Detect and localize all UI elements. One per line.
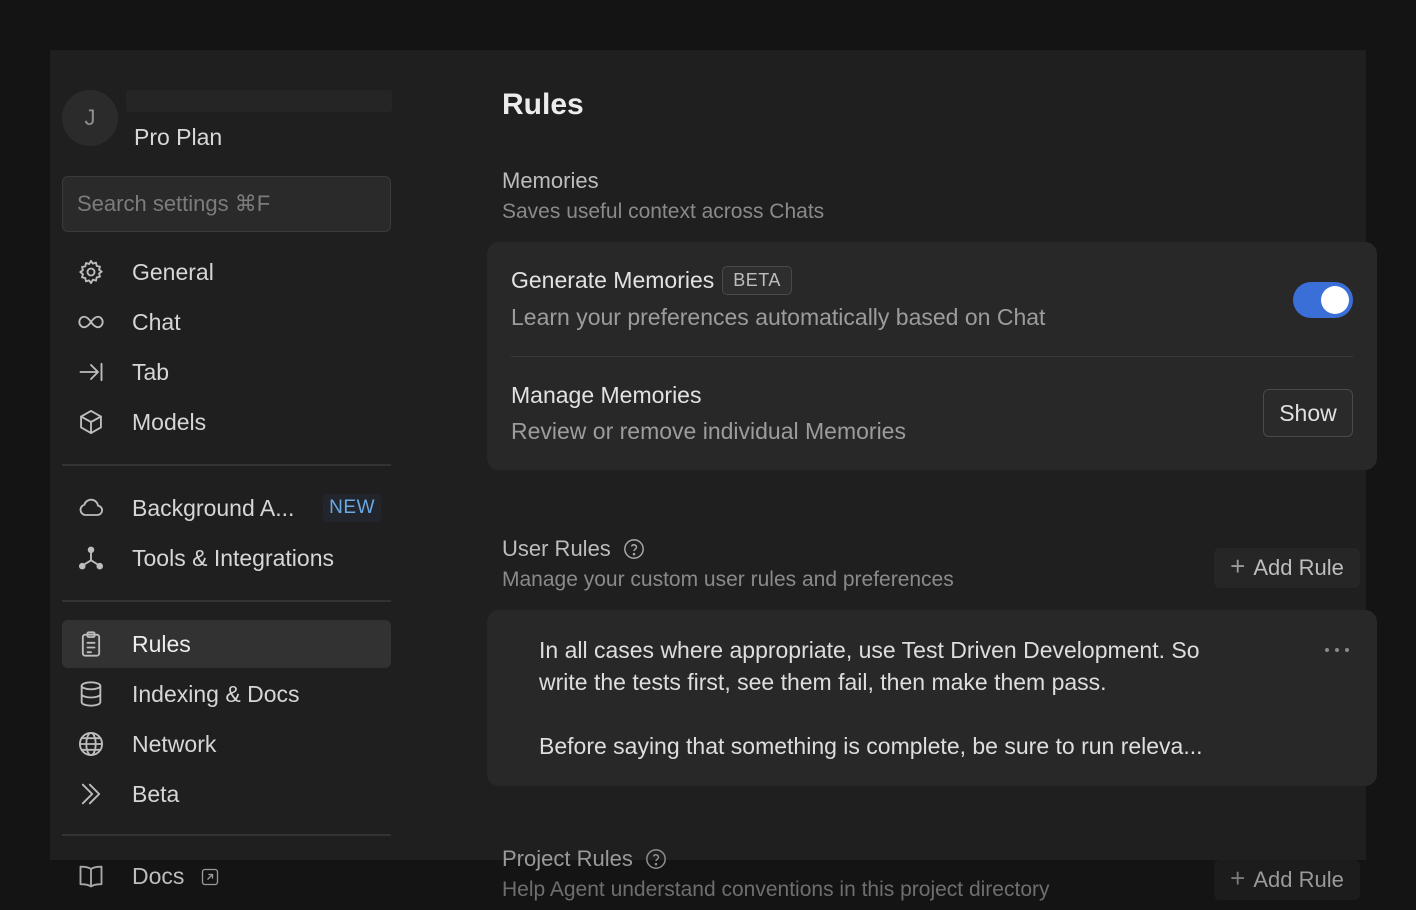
cube-icon [76,407,106,437]
sidebar-item-label: Beta [132,780,180,807]
plus-icon: + [1230,863,1246,893]
redacted-user-name [126,90,392,112]
add-project-rule-button[interactable]: + Add Rule [1214,860,1360,900]
sidebar-item-label: Docs [132,862,185,889]
sidebar-item-background-agents[interactable]: Background A... NEW [62,484,391,532]
sidebar-item-label: Background A... [132,494,295,521]
sidebar-item-label: Models [132,408,207,435]
show-memories-button[interactable]: Show [1263,389,1353,437]
settings-window: J Pro Plan Search settings ⌘F General Ch… [50,50,1377,860]
project-rules-title-text: Project Rules [502,846,633,871]
profile[interactable]: J Pro Plan [62,90,392,152]
user-rule-card[interactable]: In all cases where appropriate, use Test… [487,610,1377,786]
sidebar-item-label: Indexing & Docs [132,680,300,707]
database-icon [76,679,106,709]
sidebar-item-rules[interactable]: Rules [62,620,391,668]
plan-label: Pro Plan [134,124,223,150]
rule-text-line: In all cases where appropriate, use Test… [539,637,1200,663]
sidebar-item-label: Chat [132,308,181,335]
sidebar-item-network[interactable]: Network [62,720,391,768]
sidebar-item-tab[interactable]: Tab [62,348,391,396]
sidebar-item-label: Tab [132,358,170,385]
manage-memories-subtitle: Review or remove individual Memories [511,418,906,444]
card-divider [511,356,1353,357]
beta-badge: BETA [722,266,792,295]
user-rules-subtitle: Manage your custom user rules and prefer… [502,568,954,591]
nodes-icon [76,543,106,573]
sidebar-item-label: Network [132,730,217,757]
page-title: Rules [502,88,584,121]
clipboard-icon [76,629,106,659]
rule-text-line: write the tests first, see them fail, th… [539,669,1107,695]
sidebar-item-label: Rules [132,630,191,657]
sidebar-item-models[interactable]: Models [62,398,391,446]
external-link-icon [200,866,220,886]
manage-memories-title: Manage Memories [511,382,701,409]
double-chevron-icon [76,779,106,809]
globe-icon [76,729,106,759]
user-rules-title-text: User Rules [502,536,611,561]
generate-memories-toggle[interactable] [1293,282,1353,318]
memories-title-text: Memories [502,168,599,193]
toggle-knob [1321,286,1349,314]
generate-memories-title: Generate Memories BETA [511,266,792,295]
rule-text-line: Before saying that something is complete… [539,733,1203,759]
project-rules-subtitle: Help Agent understand conventions in thi… [502,878,1050,901]
user-rules-title: User Rules [502,536,645,562]
add-user-rule-button[interactable]: + Add Rule [1214,548,1360,588]
sidebar-item-indexing-docs[interactable]: Indexing & Docs [62,670,391,718]
memories-card: Generate Memories BETA Learn your prefer… [487,242,1377,470]
cloud-icon [76,493,106,523]
add-rule-label: Add Rule [1253,867,1344,892]
sidebar-divider [62,834,391,836]
avatar: J [62,90,118,146]
help-icon[interactable] [623,538,645,560]
memories-title: Memories [502,168,599,194]
project-rules-title: Project Rules [502,846,667,872]
manage-memories-label: Manage Memories [511,382,702,408]
new-badge: NEW [323,494,381,522]
tab-arrow-icon [76,357,106,387]
sidebar-item-chat[interactable]: Chat [62,298,391,346]
sidebar-item-docs[interactable]: Docs [62,852,391,900]
memories-subtitle: Saves useful context across Chats [502,200,825,223]
sidebar-item-general[interactable]: General [62,248,391,296]
generate-memories-label: Generate Memories [511,267,715,293]
sidebar-divider [62,464,391,466]
plus-icon: + [1230,551,1246,581]
sidebar-item-label: General [132,258,214,285]
search-settings-input[interactable]: Search settings ⌘F [62,176,391,232]
more-options-icon[interactable] [1325,638,1349,662]
gear-icon [76,257,106,287]
help-icon[interactable] [645,848,667,870]
sidebar-item-label: Tools & Integrations [132,544,335,571]
sidebar-divider [62,600,391,602]
sidebar-item-tools-integrations[interactable]: Tools & Integrations [62,534,391,582]
add-rule-label: Add Rule [1253,555,1344,580]
book-icon [76,861,106,891]
infinity-icon [76,307,106,337]
sidebar-item-beta[interactable]: Beta [62,770,391,818]
generate-memories-subtitle: Learn your preferences automatically bas… [511,304,1046,330]
